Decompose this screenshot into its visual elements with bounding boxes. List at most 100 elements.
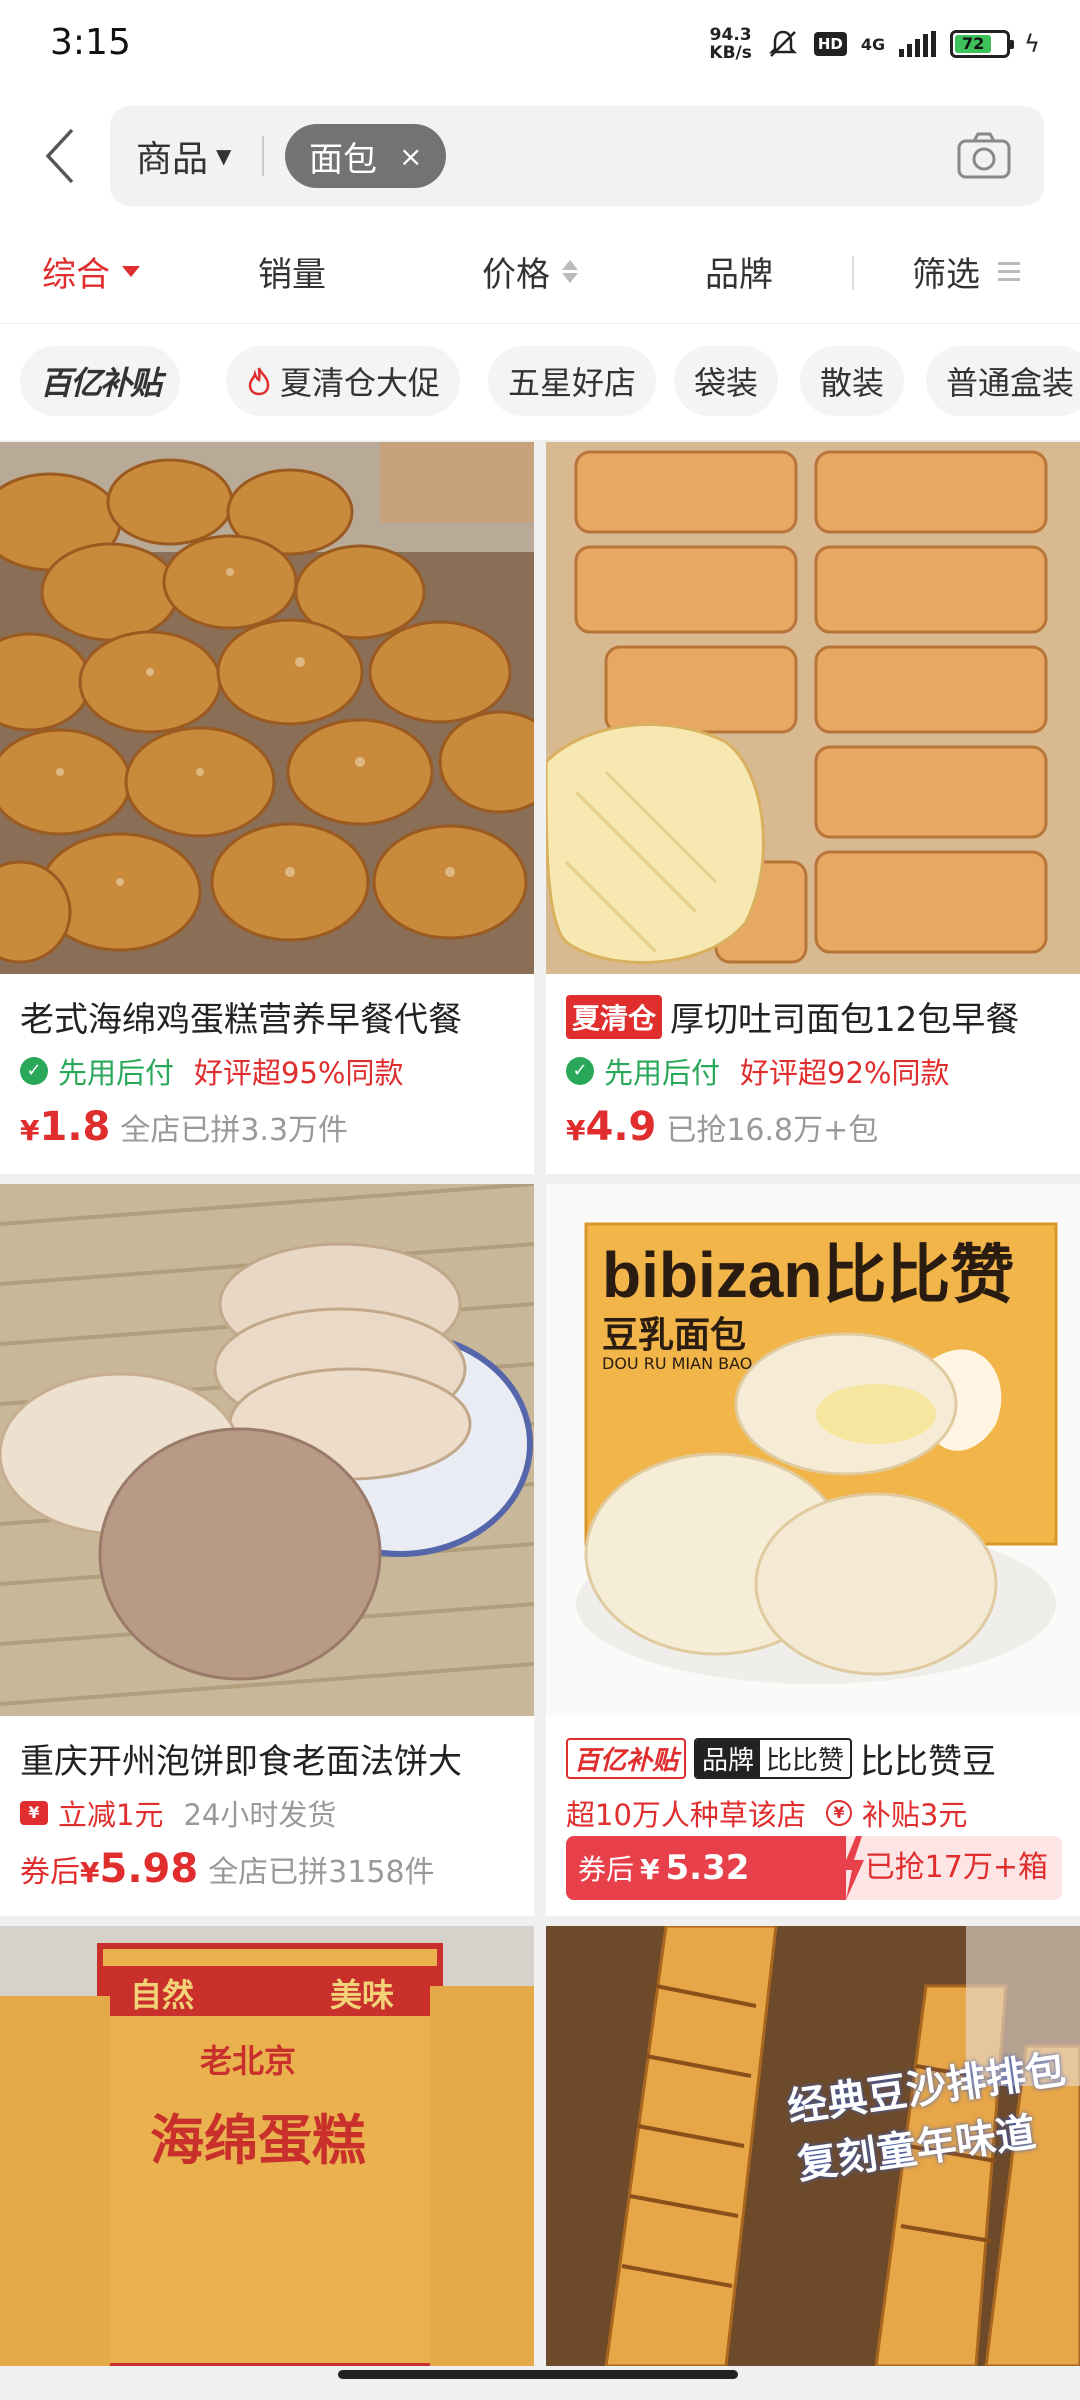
back-button[interactable]: [30, 118, 90, 194]
tab-filter[interactable]: 筛选: [912, 218, 1020, 324]
price-block: ¥1.8: [20, 1104, 110, 1150]
search-scope-label: 商品: [136, 139, 209, 180]
pay-later-icon: ✓: [20, 1057, 48, 1085]
hd-icon: HD: [813, 32, 847, 56]
search-header: 商品 ▼ 面包 ×: [0, 96, 1080, 218]
camera-icon[interactable]: [954, 126, 1014, 186]
price-block: ¥4.9: [566, 1104, 656, 1150]
product-name-on-box: 豆乳面包: [602, 1315, 747, 1356]
home-indicator[interactable]: [338, 2370, 738, 2379]
product-card[interactable]: 重庆开州泡饼即食老面法饼大 ¥ 立减1元 24小时发货 券后¥5.98 全店已拼…: [0, 1184, 534, 1916]
product-image[interactable]: [546, 442, 1080, 974]
status-time: 3:15: [50, 22, 131, 63]
coupon-price-bar[interactable]: 券后 ¥ 5.32 已抢17万+箱: [566, 1836, 1062, 1900]
product-title: 夏清仓 厚切吐司面包12包早餐: [566, 992, 1066, 1041]
sort-bar: 综合 销量 价格 品牌 筛选: [0, 218, 1080, 324]
currency-symbol: ¥: [566, 1114, 586, 1147]
caret-down-icon: [122, 265, 140, 277]
status-bar: 3:15 94.3 KB/s HD 4G 72 ϟ: [0, 0, 1080, 96]
currency-symbol: ¥: [20, 1114, 40, 1147]
product-badges: 超10万人种草该店 ¥ 补贴3元: [566, 1792, 967, 1834]
bag-text-brand: 老北京: [200, 2042, 297, 2080]
network-type: 4G: [860, 34, 886, 54]
product-badges: ✓ 先用后付 好评超95%同款: [20, 1050, 403, 1092]
lightning-divider-icon: [842, 1836, 864, 1900]
network-speed-unit: KB/s: [709, 43, 752, 63]
subsidy-label: 补贴3元: [861, 1798, 968, 1832]
tab-filter-label: 筛选: [912, 254, 980, 295]
product-image[interactable]: 自然 美味 老北京 海绵蛋糕: [0, 1926, 534, 2366]
sales-count: 全店已拼3158件: [208, 1855, 435, 1890]
product-title-text: 厚切吐司面包12包早餐: [670, 1000, 1020, 1040]
tab-price[interactable]: 价格: [482, 218, 578, 324]
search-scope-dropdown[interactable]: 商品 ▼: [136, 106, 231, 206]
tab-price-label: 价格: [482, 254, 550, 295]
chip-five-star-store[interactable]: 五星好店: [488, 346, 657, 416]
chip-boxed[interactable]: 普通盒装: [926, 346, 1080, 416]
mute-bell-icon: [768, 30, 797, 57]
network-speed: 94.3 KB/s: [709, 26, 751, 62]
brand-logo-cn: 比比赞: [822, 1239, 1015, 1311]
sales-count: 已抢16.8万+包: [666, 1113, 879, 1148]
product-title: 百亿补贴 品牌 比比赞 比比赞豆: [566, 1734, 1066, 1783]
bag-text-natural: 自然: [130, 1976, 195, 2014]
tab-overall[interactable]: 综合: [42, 218, 140, 324]
currency-symbol: ¥: [640, 1853, 660, 1886]
product-image[interactable]: [0, 1184, 534, 1716]
chip-subsidy[interactable]: 百亿补贴: [20, 346, 181, 416]
brand-tag-label: 品牌: [696, 1740, 761, 1777]
sales-count: 全店已拼3.3万件: [120, 1113, 349, 1148]
price-value: 5.98: [99, 1846, 199, 1892]
product-badges: ✓ 先用后付 好评超92%同款: [566, 1050, 949, 1092]
search-box[interactable]: 商品 ▼ 面包 ×: [110, 106, 1044, 206]
product-card[interactable]: 夏清仓 厚切吐司面包12包早餐 ✓ 先用后付 好评超92%同款 ¥4.9 已抢1…: [546, 442, 1080, 1174]
search-query-text: 面包: [309, 139, 377, 180]
coupon-price: 券后 ¥ 5.32: [566, 1836, 846, 1900]
price-value: 1.8: [39, 1104, 111, 1150]
sort-divider: [852, 256, 854, 290]
shipping-label: 24小时发货: [183, 1798, 337, 1832]
clear-query-icon[interactable]: ×: [399, 140, 422, 173]
product-card[interactable]: 经典豆沙排排包 复刻童年味道: [546, 1926, 1080, 2366]
product-card[interactable]: 老式海绵鸡蛋糕营养早餐代餐 ✓ 先用后付 好评超95%同款 ¥1.8 全店已拼3…: [0, 442, 534, 1174]
product-title-text: 老式海绵鸡蛋糕营养早餐代餐: [20, 1000, 462, 1040]
battery-icon: 72: [950, 30, 1015, 58]
product-image[interactable]: [0, 442, 534, 974]
product-image[interactable]: bibizan比比赞 豆乳面包 DOU RU MIAN BAO: [546, 1184, 1080, 1716]
product-price-row: 券后¥5.98 全店已拼3158件: [20, 1846, 435, 1892]
status-icons: 94.3 KB/s HD 4G 72 ϟ: [709, 26, 1040, 62]
tab-sales[interactable]: 销量: [258, 218, 326, 324]
product-card[interactable]: 自然 美味 老北京 海绵蛋糕: [0, 1926, 534, 2366]
product-image[interactable]: 经典豆沙排排包 复刻童年味道: [546, 1926, 1080, 2366]
currency-symbol: ¥: [80, 1856, 100, 1889]
bag-text-product: 海绵蛋糕: [150, 2109, 366, 2172]
price-value: 4.9: [585, 1104, 657, 1150]
chip-bagged[interactable]: 袋装: [674, 346, 779, 416]
price-block: 券后¥5.98: [20, 1846, 198, 1892]
brand-tag-name: 比比赞: [766, 1746, 845, 1776]
tab-brand[interactable]: 品牌: [705, 218, 773, 324]
chip-summer-clearance[interactable]: 夏清仓大促: [226, 346, 461, 416]
bag-text-tasty: 美味: [330, 1976, 395, 2014]
discount-icon: ¥: [20, 1801, 48, 1825]
discount-label: 立减1元: [58, 1798, 164, 1832]
flame-icon: [248, 367, 270, 396]
search-divider: [262, 136, 264, 176]
brand-tag: 品牌 比比赞: [694, 1738, 853, 1779]
brand-logo-text: bibizan比比赞: [602, 1224, 1014, 1316]
product-card[interactable]: bibizan比比赞 豆乳面包 DOU RU MIAN BAO 百亿补贴 品牌比…: [546, 1184, 1080, 1916]
review-label: 好评超92%同款: [740, 1056, 950, 1090]
product-title: 老式海绵鸡蛋糕营养早餐代餐: [20, 992, 520, 1041]
tab-brand-label: 品牌: [705, 254, 773, 295]
chip-bulk[interactable]: 散装: [800, 346, 905, 416]
product-pinyin-on-box: DOU RU MIAN BAO: [602, 1354, 753, 1373]
battery-level: 72: [955, 35, 992, 53]
quick-filter-chips: 百亿补贴 夏清仓大促 五星好店 袋装 散装 普通盒装: [0, 324, 1080, 440]
product-title-text: 重庆开州泡饼即食老面法饼大: [20, 1742, 462, 1782]
pay-later-icon: ✓: [566, 1057, 594, 1085]
network-speed-value: 94.3: [709, 25, 752, 45]
product-title: 重庆开州泡饼即食老面法饼大: [20, 1734, 520, 1783]
pay-later-label: 先用后付: [58, 1056, 175, 1090]
search-query-chip[interactable]: 面包 ×: [285, 124, 447, 188]
tab-overall-label: 综合: [42, 254, 110, 295]
